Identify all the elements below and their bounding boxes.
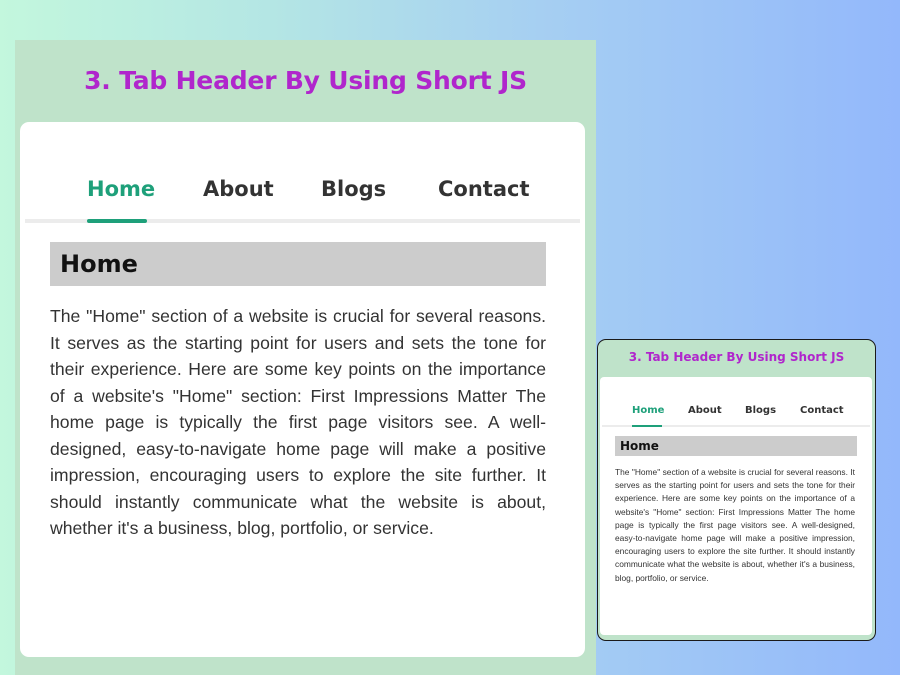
small-tab-card: Home About Blogs Contact Home The "Home"… — [600, 377, 872, 635]
small-content-text: The "Home" section of a website is cruci… — [615, 467, 855, 583]
page-title: 3. Tab Header By Using Short JS — [84, 66, 527, 95]
tab-home[interactable]: Home — [87, 177, 155, 201]
tab-blogs[interactable]: Blogs — [321, 177, 386, 201]
small-tab-about[interactable]: About — [688, 405, 722, 416]
small-preview-panel: 3. Tab Header By Using Short JS Home Abo… — [597, 339, 876, 641]
tab-card: Home About Blogs Contact Home The "Home"… — [20, 122, 585, 657]
large-preview-panel: 3. Tab Header By Using Short JS Home Abo… — [15, 40, 596, 675]
tab-about[interactable]: About — [203, 177, 274, 201]
content-text: The "Home" section of a website is cruci… — [50, 306, 546, 538]
small-tab-home[interactable]: Home — [632, 405, 664, 416]
tab-contact[interactable]: Contact — [438, 177, 530, 201]
small-tab-contact[interactable]: Contact — [800, 405, 844, 416]
content-heading: Home — [50, 242, 546, 286]
small-content-heading: Home — [615, 436, 857, 456]
small-tab-blogs[interactable]: Blogs — [745, 405, 776, 416]
tab-header: Home About Blogs Contact — [20, 122, 585, 224]
small-active-tab-indicator — [632, 425, 662, 427]
active-tab-indicator — [87, 219, 147, 223]
small-page-title: 3. Tab Header By Using Short JS — [628, 350, 845, 364]
